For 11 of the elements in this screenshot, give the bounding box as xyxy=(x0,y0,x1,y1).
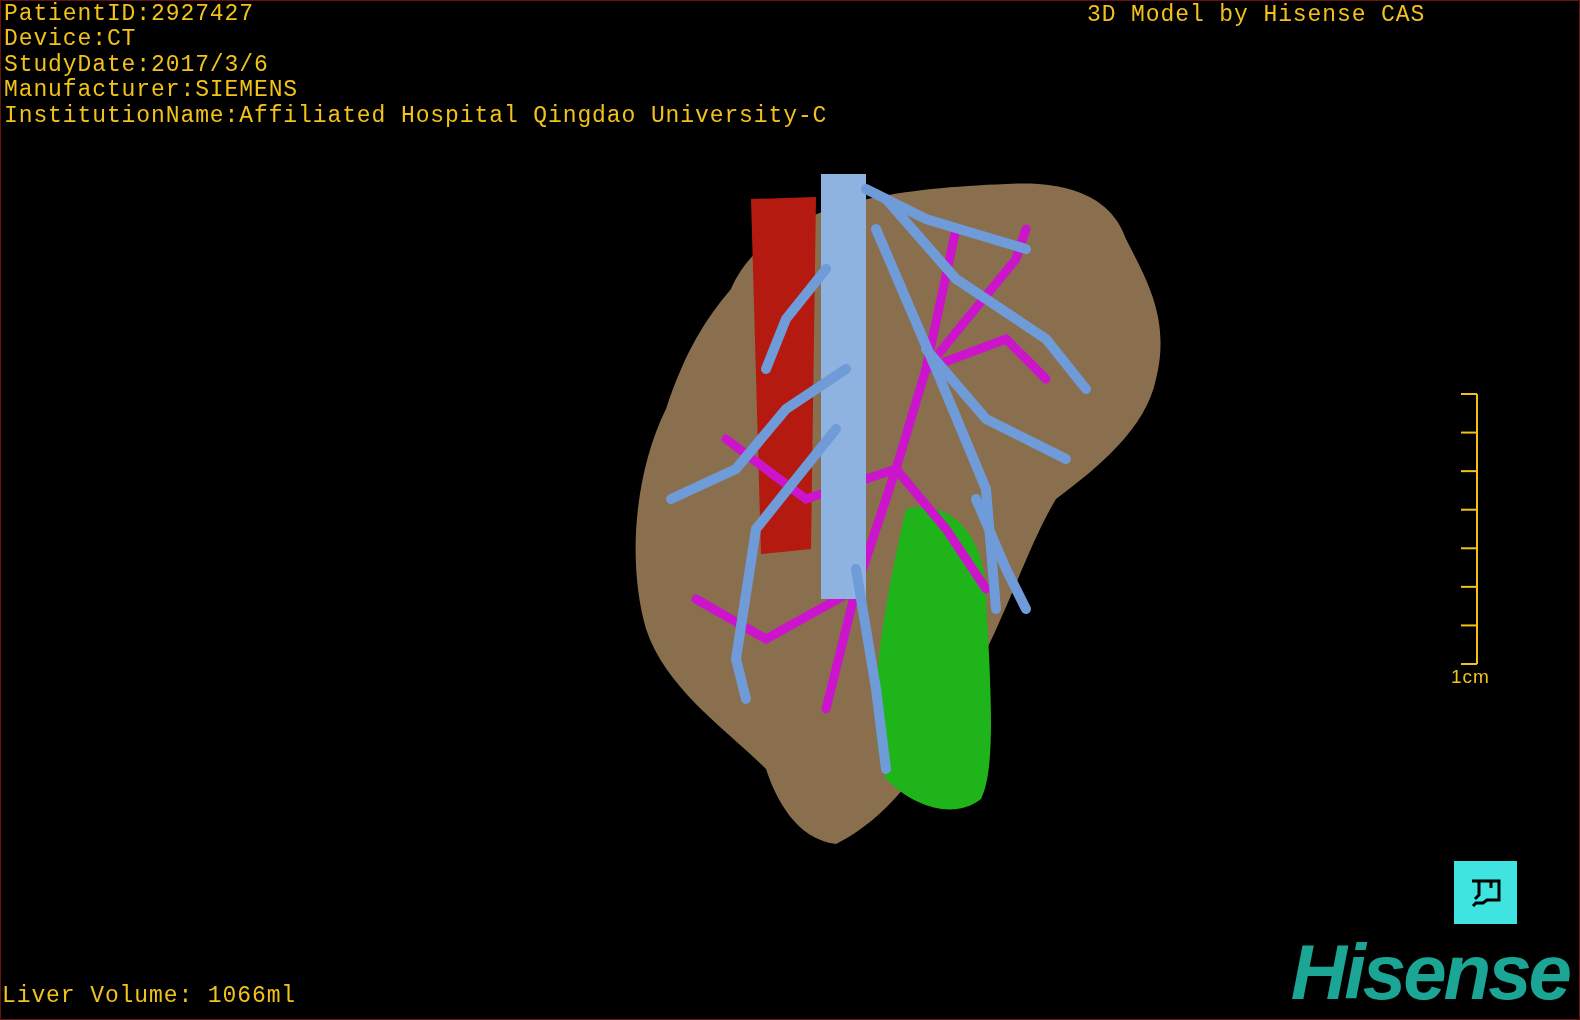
liver-volume-text: Liver Volume: 1066ml xyxy=(2,984,297,1010)
brand-logo: Hisense xyxy=(1290,937,1571,1007)
study-info-text: Device:CT xyxy=(4,27,138,53)
model-credit-text: 3D Model by Hisense CAS xyxy=(1087,3,1426,29)
orientation-cube[interactable] xyxy=(1454,861,1517,924)
study-info-text: PatientID:2927427 xyxy=(4,2,255,27)
scale-bar-icon xyxy=(1461,393,1480,665)
study-info-text: Manufacturer:SIEMENS xyxy=(4,78,300,104)
study-info-text: StudyDate:2017/3/6 xyxy=(4,52,270,78)
study-info-text: InstitutionName:Affiliated Hospital Qingdao University-C xyxy=(4,103,828,130)
scale-bar-label: 1cm xyxy=(1451,667,1490,687)
